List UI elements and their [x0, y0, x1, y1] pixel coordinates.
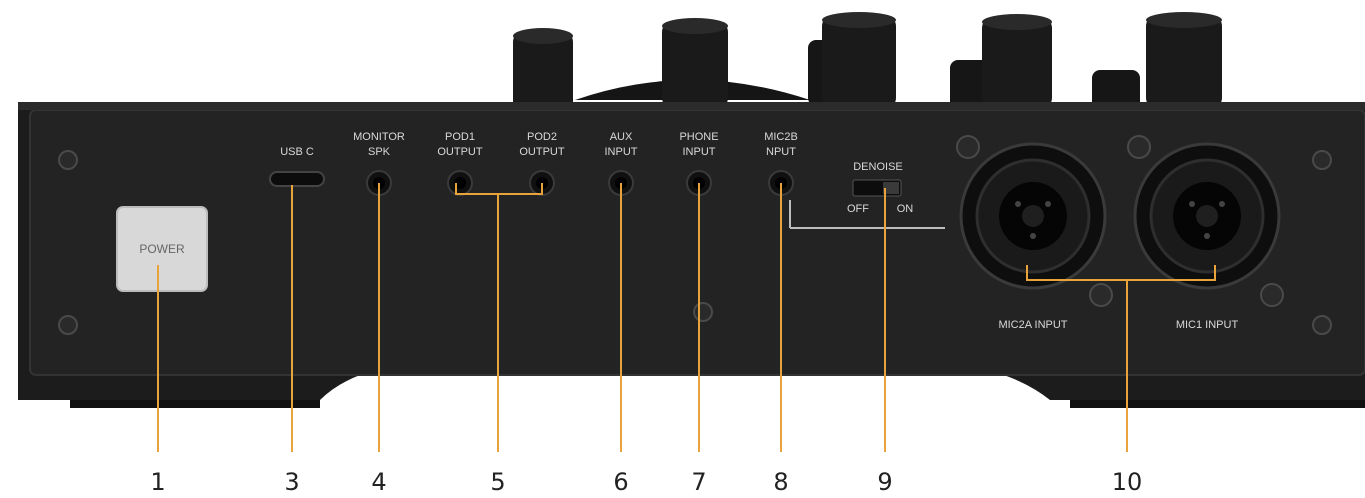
mic2b-label-1: MIC2B [764, 131, 798, 143]
callout-number: 9 [877, 468, 892, 496]
callout-number: 6 [613, 468, 628, 496]
mic2a-label: MIC2A INPUT [998, 319, 1067, 331]
denoise-off-label: OFF [847, 203, 869, 215]
usb-label: USB C [280, 146, 314, 158]
callout-number: 10 [1112, 468, 1143, 496]
screw-icon [1312, 315, 1332, 335]
power-button[interactable]: POWER [116, 206, 208, 292]
phone-label-1: PHONE [679, 131, 718, 143]
pod2-label-2: OUTPUT [519, 146, 565, 158]
callout-number: 3 [284, 468, 299, 496]
callout-number: 5 [490, 468, 505, 496]
aux-label-2: INPUT [605, 146, 638, 158]
power-label: POWER [139, 242, 185, 256]
callout-number: 7 [691, 468, 706, 496]
screw-icon [58, 150, 78, 170]
screw-icon [1260, 283, 1284, 307]
screw-icon [1312, 150, 1332, 170]
monitor-label-1: MONITOR [353, 131, 405, 143]
device-rear-panel-diagram: POWER USB C MONITOR SPK POD1 OUTPUT POD2… [18, 12, 1365, 496]
denoise-on-label: ON [897, 203, 914, 215]
phone-label-2: INPUT [683, 146, 716, 158]
top-knobs [513, 12, 1222, 112]
callout-numbers: 1 3 4 5 6 7 8 9 10 [150, 468, 1142, 496]
screw-icon [58, 315, 78, 335]
aux-label-1: AUX [610, 131, 633, 143]
screw-icon [1127, 135, 1151, 159]
mic1-label: MIC1 INPUT [1176, 319, 1239, 331]
denoise-label: DENOISE [853, 161, 903, 173]
pod2-label-1: POD2 [527, 131, 557, 143]
screw-icon [693, 302, 713, 322]
mic2b-label-2: NPUT [766, 146, 796, 158]
callout-number: 4 [371, 468, 386, 496]
pod1-label-1: POD1 [445, 131, 475, 143]
pod1-label-2: OUTPUT [437, 146, 483, 158]
screw-icon [1089, 283, 1113, 307]
callout-number: 1 [150, 468, 165, 496]
monitor-label-2: SPK [368, 146, 391, 158]
screw-icon [956, 135, 980, 159]
callout-number: 8 [773, 468, 788, 496]
